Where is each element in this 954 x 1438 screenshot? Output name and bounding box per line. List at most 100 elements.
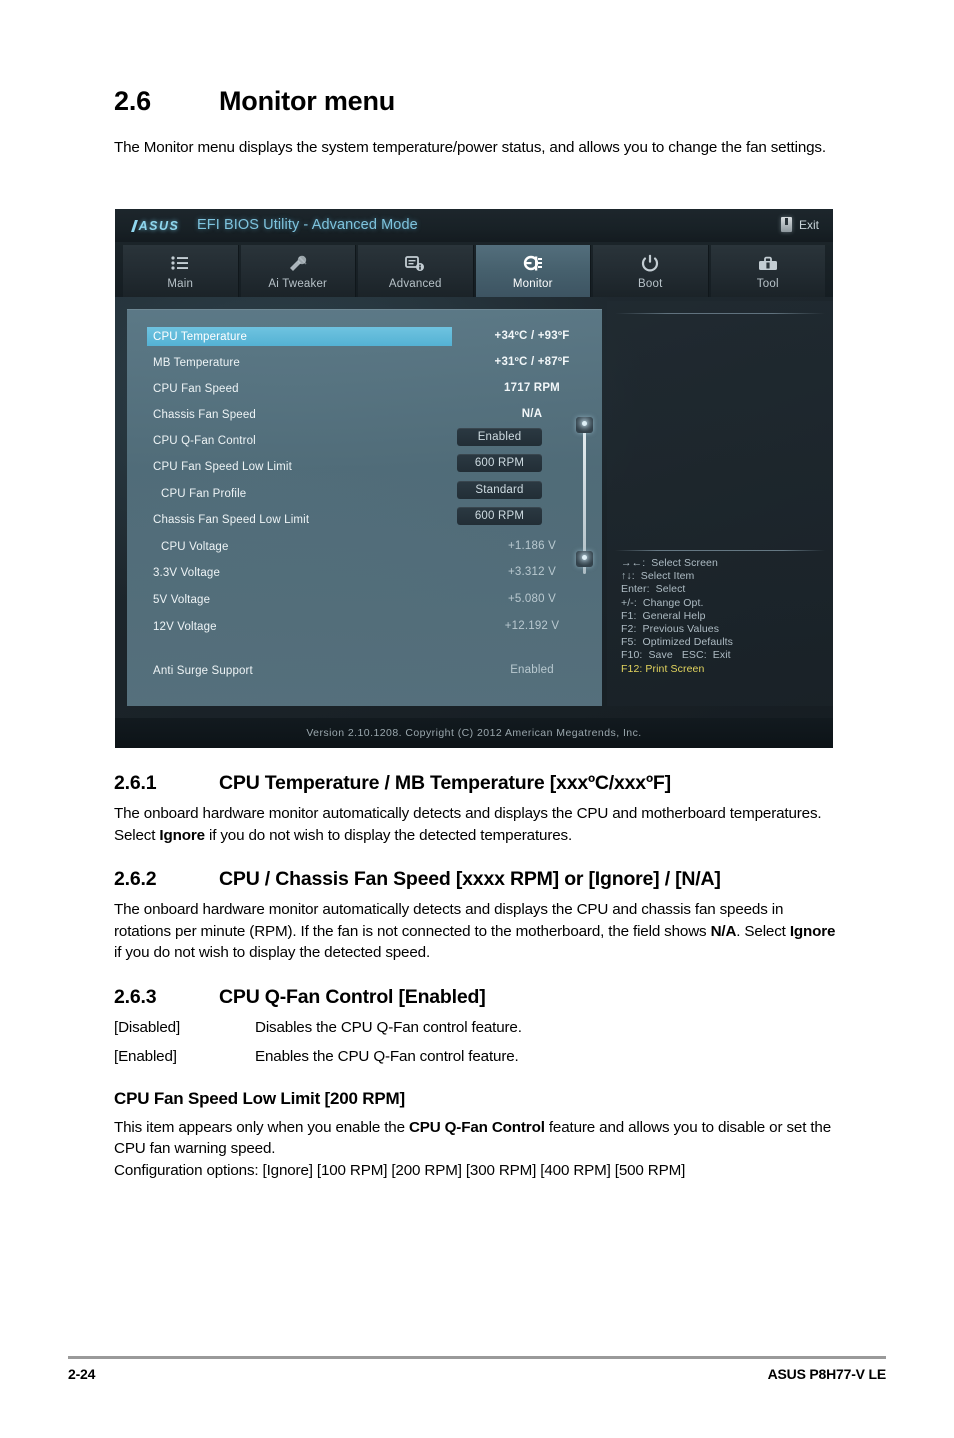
bios-screenshot: ASUS EFI BIOS Utility - Advanced Mode Ex… <box>115 209 833 748</box>
advanced-chip-icon <box>404 252 426 275</box>
footer-page-number: 2-24 <box>68 1366 96 1382</box>
row-label: CPU Fan Speed Low Limit <box>153 460 292 473</box>
option-key: [Enabled] <box>114 1047 177 1065</box>
option-row-disabled: [Disabled] Disables the CPU Q-Fan contro… <box>114 1017 840 1038</box>
bios-tab-tool-label: Tool <box>756 278 779 290</box>
bios-row-cpu-temperature[interactable]: CPU Temperature <box>147 327 452 346</box>
subsection-title: CPU / Chassis Fan Speed [xxxx RPM] or [I… <box>219 868 721 890</box>
bios-tab-main[interactable]: Main <box>123 245 239 297</box>
paragraph-config-options: Configuration options: [Ignore] [100 RPM… <box>114 1161 686 1179</box>
bios-title-bar: ASUS EFI BIOS Utility - Advanced Mode Ex… <box>115 209 833 242</box>
bios-title-text: EFI BIOS Utility - Advanced Mode <box>197 217 418 233</box>
row-label: Chassis Fan Speed <box>153 408 256 421</box>
p262-b: . Select <box>736 922 790 940</box>
bios-body: CPU Temperature +34ºC / +93ºF MB Tempera… <box>115 297 833 718</box>
bios-tab-main-label: Main <box>167 278 194 290</box>
section-intro-paragraph: The Monitor menu displays the system tem… <box>114 139 826 156</box>
section-heading-2-6: 2.6 Monitor menu <box>114 86 840 117</box>
help-item-general-help: F1: General Help <box>621 609 706 622</box>
row-label: MB Temperature <box>153 356 240 369</box>
bios-settings-panel: CPU Temperature +34ºC / +93ºF MB Tempera… <box>127 309 602 706</box>
row-value-cpu-fan-profile[interactable]: Standard <box>457 481 542 499</box>
pll-bold: CPU Q-Fan Control <box>408 1118 545 1136</box>
subsection-number: 2.6.1 <box>114 772 157 794</box>
p262-c: if you do not wish to display the detect… <box>114 944 431 961</box>
heading-cpu-fan-speed-low-limit: CPU Fan Speed Low Limit [200 RPM] <box>114 1088 405 1108</box>
pll-a: This item appears only when you enable t… <box>114 1118 409 1136</box>
row-value-chassis-fan-speed-low-limit[interactable]: 600 RPM <box>457 507 542 525</box>
document-page: 2.6 Monitor menu The Monitor menu displa… <box>0 0 954 1438</box>
subsection-number: 2.6.3 <box>114 985 157 1008</box>
row-label: CPU Temperature <box>153 330 248 343</box>
paragraph-2-6-1: The onboard hardware monitor automatical… <box>114 803 840 846</box>
p262-a: The onboard hardware monitor automatical… <box>114 901 784 940</box>
subsection-number: 2.6.2 <box>114 868 157 890</box>
row-label: CPU Voltage <box>161 540 229 553</box>
help-item-select-item: ↑↓: Select Item <box>621 570 695 583</box>
row-label: 5V Voltage <box>153 593 211 606</box>
option-desc: Disables the CPU Q-Fan control feature. <box>255 1018 522 1036</box>
help-item-optimized-defaults: F5: Optimized Defaults <box>621 636 734 649</box>
row-value-12v-voltage: +12.192 V <box>504 620 560 632</box>
asus-logo-icon: ASUS <box>123 218 189 233</box>
bios-tab-bar: Main Ai Tweaker Advanced Monitor Boot To… <box>115 242 833 297</box>
help-item-save-exit: F10: Save ESC: Exit <box>621 649 731 662</box>
document-content-lower: 2.6.1 CPU Temperature / MB Temperature [… <box>114 772 840 1203</box>
help-item-previous-values: F2: Previous Values <box>621 623 720 636</box>
section-heading-2-6-3: 2.6.3 CPU Q-Fan Control [Enabled] <box>114 986 840 1009</box>
paragraph-2-6-2: The onboard hardware monitor automatical… <box>114 899 840 964</box>
row-label: Chassis Fan Speed Low Limit <box>153 513 310 526</box>
bios-tab-boot-label: Boot <box>638 278 663 290</box>
list-icon <box>170 252 190 275</box>
tweaker-icon <box>287 252 309 275</box>
settings-scrollbar-thumb-down[interactable] <box>576 551 593 567</box>
bios-tab-ai-tweaker[interactable]: Ai Tweaker <box>240 245 356 297</box>
bios-tab-ai-tweaker-label: Ai Tweaker <box>268 278 328 290</box>
row-label: CPU Q-Fan Control <box>153 434 256 447</box>
row-value-anti-surge-support: Enabled <box>510 664 554 676</box>
help-shortcut-list: →←: Select Screen ↑↓: Select Item Enter:… <box>621 557 826 676</box>
bios-tab-boot[interactable]: Boot <box>593 245 709 297</box>
help-item-select-screen: →←: Select Screen <box>621 557 718 569</box>
bios-tab-monitor-label: Monitor <box>512 278 553 290</box>
toolbox-icon <box>757 252 779 275</box>
bios-help-panel: →←: Select Screen ↑↓: Select Item Enter:… <box>607 301 833 706</box>
row-label: CPU Fan Speed <box>153 382 239 395</box>
subsection-title: CPU Temperature / MB Temperature [xxxºC/… <box>219 772 671 794</box>
row-value-cpu-fan-speed: 1717 RPM <box>504 382 560 394</box>
help-item-enter-select: Enter: Select <box>621 583 686 596</box>
row-value-cpu-fan-speed-low-limit[interactable]: 600 RPM <box>457 454 542 472</box>
option-desc: Enables the CPU Q-Fan control feature. <box>255 1047 519 1065</box>
section-heading-2-6-1: 2.6.1 CPU Temperature / MB Temperature [… <box>114 772 840 795</box>
bios-tab-advanced[interactable]: Advanced <box>358 245 474 297</box>
settings-scrollbar-thumb-up[interactable] <box>576 417 593 433</box>
row-label: 12V Voltage <box>153 620 217 633</box>
help-divider-top <box>615 313 825 314</box>
help-divider <box>615 550 825 551</box>
power-icon <box>640 252 660 275</box>
paragraph-low-limit: This item appears only when you enable t… <box>114 1117 840 1160</box>
bios-tab-tool[interactable]: Tool <box>710 245 825 297</box>
p262-bold2: Ignore <box>789 922 836 940</box>
bios-tab-monitor[interactable]: Monitor <box>475 245 591 297</box>
row-label: CPU Fan Profile <box>161 487 247 500</box>
bios-version-bar: Version 2.10.1208. Copyright (C) 2012 Am… <box>115 718 833 748</box>
footer-product-name: ASUS P8H77-V LE <box>767 1366 887 1382</box>
bios-exit-button[interactable]: Exit <box>780 217 819 232</box>
subsection-title: CPU Q-Fan Control [Enabled] <box>219 985 486 1008</box>
fan-monitor-icon <box>522 252 544 275</box>
exit-door-icon <box>780 217 792 232</box>
exit-label: Exit <box>798 217 819 232</box>
row-value-cpu-temperature: +34ºC / +93ºF <box>494 330 570 342</box>
option-key: [Disabled] <box>114 1018 181 1036</box>
row-value-cpu-qfan-control[interactable]: Enabled <box>457 428 542 446</box>
document-content: 2.6 Monitor menu The Monitor menu displa… <box>114 86 840 181</box>
section-number: 2.6 <box>114 86 151 116</box>
bios-tab-advanced-label: Advanced <box>388 278 442 290</box>
bios-version-text: Version 2.10.1208. Copyright (C) 2012 Am… <box>306 727 642 739</box>
asus-logo-text: ASUS <box>138 218 180 233</box>
help-item-print-screen: F12: Print Screen <box>621 662 705 675</box>
row-value-5v-voltage: +5.080 V <box>508 593 556 605</box>
row-label: Anti Surge Support <box>153 664 253 677</box>
p262-bold1: N/A <box>710 922 737 940</box>
